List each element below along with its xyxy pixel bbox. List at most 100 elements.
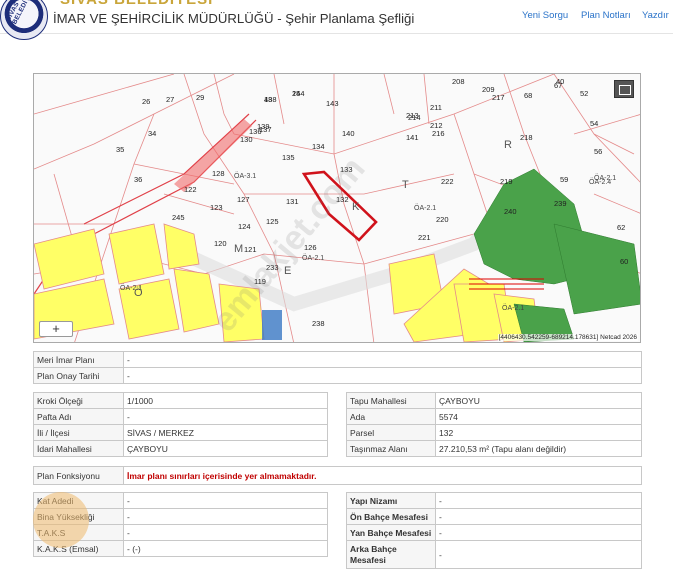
table-row: Yan Bahçe Mesafesi - — [346, 524, 642, 541]
table-row: Parsel 132 — [346, 424, 642, 441]
rear-setback-label: Arka Bahçe Mesafesi — [346, 540, 436, 569]
parcel-number-label: 48 — [264, 95, 272, 104]
new-query-link[interactable]: Yeni Sorgu — [522, 10, 568, 21]
plan-notes-link[interactable]: Plan Notları — [581, 10, 631, 21]
parcel-number-label: 136 — [249, 127, 262, 136]
meri-imar-value: - — [123, 351, 642, 368]
table-row: Tapu Mahallesi ÇAYBOYU — [346, 392, 642, 409]
parcel-number-label: 59 — [560, 175, 568, 184]
plan-info-table: Meri İmar Planı - Plan Onay Tarihi - — [33, 351, 642, 384]
parcel-number-label: 233 — [266, 263, 279, 272]
zone-label: ÖA-2.1 — [502, 304, 524, 312]
map-canvas[interactable]: 138144143139137132131133134135140 1411271… — [34, 74, 641, 343]
parcel-number-label: 29 — [196, 93, 204, 102]
parcel-number-label: 56 — [594, 147, 602, 156]
scale-value: 1/1000 — [123, 392, 328, 409]
table-row: Meri İmar Planı - — [33, 351, 642, 368]
building-order-label: Yapı Nizamı — [346, 492, 436, 509]
parcel-map[interactable]: 138 144 143 139 137 132 131 133 134 135 140 141 127 1… — [33, 73, 641, 343]
parcel-number-label: 121 — [244, 245, 257, 254]
road-name-letter: E — [284, 265, 291, 277]
parcel-number-label: 68 — [524, 91, 532, 100]
parcel-number-label: 141 — [406, 133, 419, 142]
plan-onay-value: - — [123, 367, 642, 384]
front-setback-value: - — [435, 508, 642, 525]
parcel-number-label: 131 — [286, 197, 299, 206]
parcel-number-label: 36 — [134, 175, 142, 184]
table-row: Plan Onay Tarihi - — [33, 367, 642, 384]
district-label: İdari Mahallesi — [33, 440, 124, 457]
parcel-number-label: 52 — [580, 89, 588, 98]
kaks-value: - (-) — [123, 540, 328, 557]
parcel-number-label: 124 — [238, 222, 251, 231]
floor-count-value: - — [123, 492, 328, 509]
parcel-number-label: 240 — [504, 207, 517, 216]
parcel-left-table: Kroki Ölçeği 1/1000 Pafta Adı - İli / İlçe… — [33, 392, 328, 457]
table-row: Arka Bahçe Mesafesi - — [346, 540, 642, 569]
road-name-letter: R — [504, 139, 512, 151]
parcel-number-label: 120 — [214, 239, 227, 248]
municipality-logo: SİVAS BELEDİYE — [0, 0, 48, 40]
parcel-number-label: 34 — [148, 129, 156, 138]
table-row: Ön Bahçe Mesafesi - — [346, 508, 642, 525]
table-row: Taşınmaz Alanı 27.210,53 m² (Tapu alanı d… — [346, 440, 642, 457]
scale-label: Kroki Ölçeği — [33, 392, 124, 409]
area-value: 27.210,53 m² (Tapu alanı değildir) — [435, 440, 642, 457]
taks-value: - — [123, 524, 328, 541]
parcel-number-label: 126 — [304, 243, 317, 252]
parcel-number-label: 25 — [292, 89, 300, 98]
parcel-number-label: 128 — [212, 169, 225, 178]
parcel-number-label: 60 — [620, 257, 628, 266]
deed-neighborhood-value: ÇAYBOYU — [435, 392, 642, 409]
parcel-number-label: 217 — [492, 93, 505, 102]
table-row: Kroki Ölçeği 1/1000 — [33, 392, 328, 409]
print-link[interactable]: Yazdır — [642, 10, 669, 21]
parcel-number-label: 27 — [166, 95, 174, 104]
table-row: K.A.K.S (Emsal) - (-) — [33, 540, 328, 557]
parcel-number-label: 67 — [554, 81, 562, 90]
page-title: İMAR VE ŞEHİRCİLİK MÜDÜRLÜĞÜ - Şehir Pla… — [53, 11, 415, 26]
deed-neighborhood-label: Tapu Mahallesi — [346, 392, 436, 409]
table-row: Ada 5574 — [346, 408, 642, 425]
road-name-letter: Ö — [134, 287, 143, 299]
zone-label: ÖA-2.1 — [414, 204, 436, 212]
parcel-number-label: 123 — [210, 203, 223, 212]
side-setback-label: Yan Bahçe Mesafesi — [346, 524, 436, 541]
parcel-number-label: 133 — [340, 165, 353, 174]
parcel-number-label: 143 — [326, 99, 339, 108]
road-name-letter: K — [352, 201, 360, 213]
municipality-banner: SİVAS BELEDİYESİ — [60, 0, 213, 8]
parcel-number-label: 130 — [240, 135, 253, 144]
building-right-table: Yapı Nizamı - Ön Bahçe Mesafesi - Yan Bahç… — [346, 492, 642, 569]
plan-function-value: İmar planı sınırları içerisinde yer alma… — [123, 466, 642, 485]
province-label: İli / İlçesi — [33, 424, 124, 441]
zoom-in-button[interactable]: + — [39, 321, 73, 337]
parcel-number-label: 245 — [172, 213, 185, 222]
parcel-number-label: 222 — [441, 177, 454, 186]
parcel-number-label: 134 — [312, 142, 325, 151]
block-label: Ada — [346, 408, 436, 425]
parcel-number-label: 26 — [142, 97, 150, 106]
parcel-number-label: 219 — [500, 177, 513, 186]
building-order-value: - — [435, 492, 642, 509]
parcel-number-label: 35 — [116, 145, 124, 154]
zone-label: ÖA-3.1 — [234, 172, 256, 180]
block-value: 5574 — [435, 408, 642, 425]
coordinate-readout: [4406430.542259-689214.178631] Netcad 20… — [497, 334, 638, 341]
parcel-number-label: 122 — [184, 185, 197, 194]
front-setback-label: Ön Bahçe Mesafesi — [346, 508, 436, 525]
watermark-badge — [33, 492, 89, 548]
sheet-value: - — [123, 408, 328, 425]
road-name-letter: T — [402, 179, 409, 191]
district-value: ÇAYBOYU — [123, 440, 328, 457]
meri-imar-label: Meri İmar Planı — [33, 351, 124, 368]
parcel-number-label: 211 — [430, 103, 442, 112]
table-row: Pafta Adı - — [33, 408, 328, 425]
table-row: İli / İlçesi SİVAS / MERKEZ — [33, 424, 328, 441]
area-label: Taşınmaz Alanı — [346, 440, 436, 457]
parcel-right-table: Tapu Mahallesi ÇAYBOYU Ada 5574 Parsel 132 … — [346, 392, 642, 457]
zone-label: ÖA-2.1 — [302, 254, 324, 262]
parcel-number-label: 238 — [312, 319, 325, 328]
parcel-number-label: 216 — [432, 129, 445, 138]
layers-icon[interactable] — [614, 80, 634, 98]
